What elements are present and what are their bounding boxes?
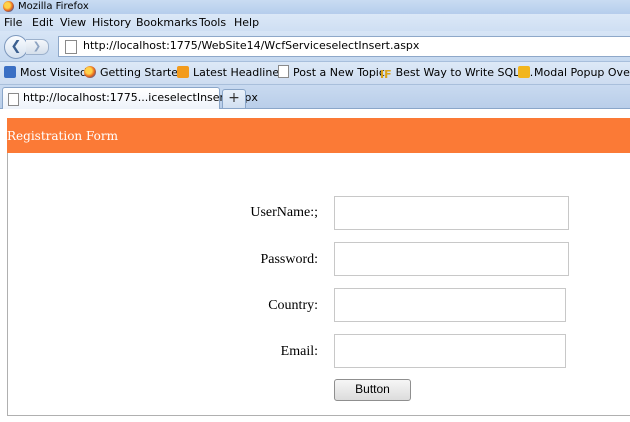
bookmark-label: Modal Popup Overla (534, 66, 630, 79)
firefox-icon (84, 66, 96, 78)
bookmark-label: Post a New Topic (293, 66, 385, 79)
bookmark-site-icon (518, 66, 530, 78)
page-icon (65, 40, 77, 54)
password-input[interactable] (334, 242, 569, 276)
page-icon (278, 65, 289, 78)
username-input[interactable] (334, 196, 569, 230)
back-button[interactable]: ❮ (4, 35, 28, 59)
forward-button[interactable]: ❯ (26, 39, 49, 55)
menu-history[interactable]: History (92, 15, 131, 30)
bookmarks-toolbar: Most Visited Getting Started Latest Head… (0, 62, 630, 85)
window-title-bar: Mozilla Firefox (0, 0, 630, 14)
bookmark-getting-started[interactable]: Getting Started (84, 65, 185, 81)
menu-help[interactable]: Help (234, 15, 259, 30)
new-tab-button[interactable]: + (222, 89, 246, 109)
rss-feed-icon (177, 66, 189, 78)
email-label: Email: (280, 344, 318, 359)
menu-bookmarks[interactable]: Bookmarks (136, 15, 197, 30)
bookmark-latest-headlines[interactable]: Latest Headlines (177, 65, 285, 81)
menu-tools[interactable]: Tools (199, 15, 226, 30)
username-label: UserName:; (250, 205, 318, 220)
if-logo-icon: IF (380, 68, 392, 81)
form-title: Registration Form (7, 129, 118, 143)
country-label: Country: (268, 298, 318, 313)
most-visited-icon (4, 66, 16, 78)
bookmark-post-new-topic[interactable]: Post a New Topic (278, 65, 385, 81)
bookmark-label: Most Visited (20, 66, 87, 79)
submit-button[interactable]: Button (334, 379, 411, 401)
bookmark-most-visited[interactable]: Most Visited (4, 65, 87, 81)
window-title: Mozilla Firefox (18, 1, 89, 12)
firefox-icon (3, 1, 14, 12)
navigation-toolbar: ❮ ❯ http://localhost:1775/WebSite14/WcfS… (0, 31, 630, 62)
tab-active[interactable]: http://localhost:1775...iceselectInsert.… (2, 87, 258, 109)
bookmark-modal-popup[interactable]: Modal Popup Overla (518, 65, 630, 81)
bookmark-label: Getting Started (100, 66, 186, 79)
page-icon (8, 93, 19, 106)
bookmark-label: Best Way to Write SQL ... (395, 66, 534, 79)
menu-view[interactable]: View (60, 15, 86, 30)
email-input[interactable] (334, 334, 566, 368)
form-panel (7, 153, 630, 416)
form-header: Registration Form (7, 118, 630, 153)
menu-bar: File Edit View History Bookmarks Tools H… (0, 14, 630, 31)
bookmark-best-way-sql[interactable]: IF Best Way to Write SQL ... (380, 65, 533, 81)
address-url: http://localhost:1775/WebSite14/WcfServi… (83, 39, 420, 52)
tab-strip: http://localhost:1775...iceselectInsert.… (0, 85, 630, 109)
nav-buttons: ❮ ❯ (4, 35, 56, 59)
password-label: Password: (260, 252, 318, 267)
menu-file[interactable]: File (4, 15, 22, 30)
address-bar[interactable]: http://localhost:1775/WebSite14/WcfServi… (58, 36, 630, 57)
menu-edit[interactable]: Edit (32, 15, 53, 30)
page-content: Registration Form UserName:; Password: C… (0, 109, 630, 422)
country-input[interactable] (334, 288, 566, 322)
bookmark-label: Latest Headlines (193, 66, 285, 79)
